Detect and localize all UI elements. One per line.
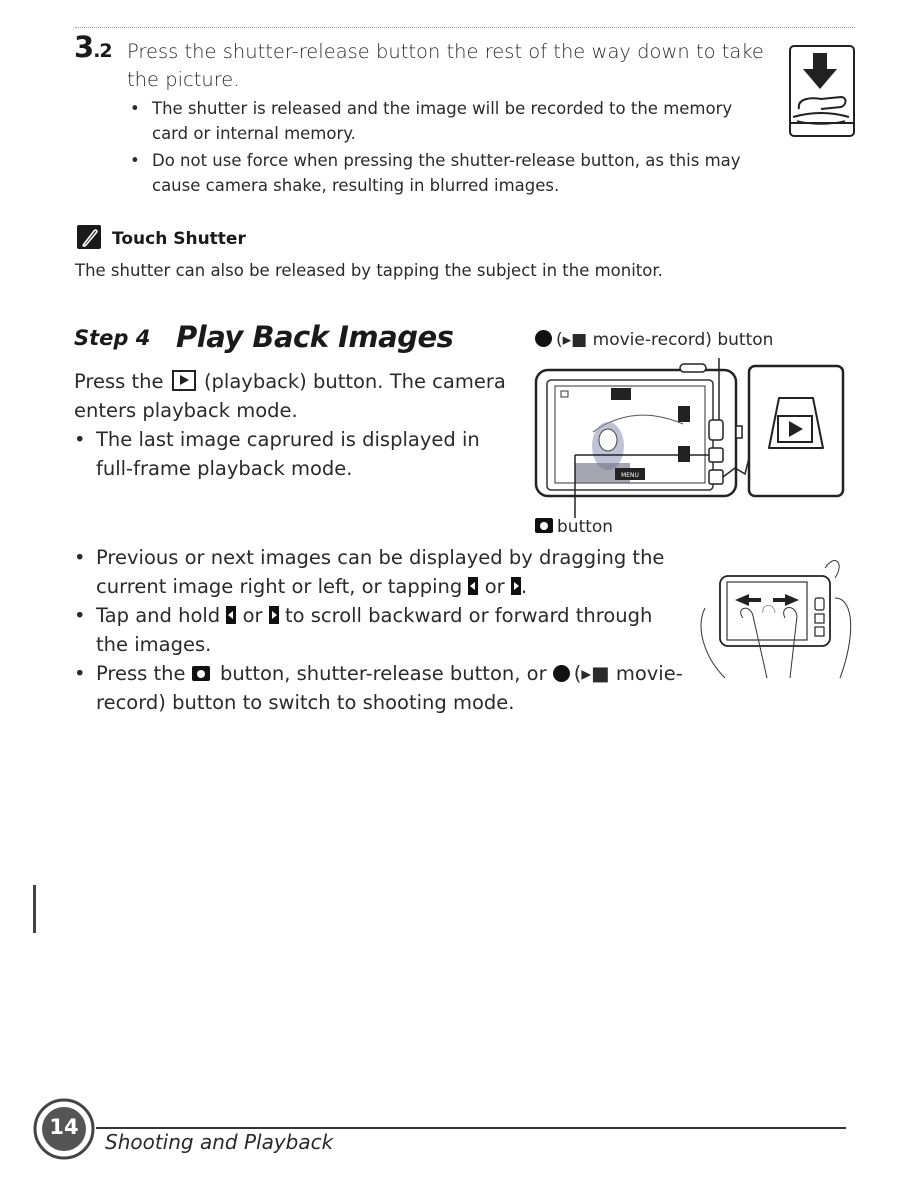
movie-record-button (708, 419, 724, 441)
camera-icon (191, 666, 210, 681)
header-rule (75, 27, 855, 28)
next-arrow-icon (678, 446, 690, 462)
callout-label: movie-record) button (592, 330, 774, 350)
bullet-text: Press the (96, 662, 186, 685)
camera-back-illustration: MENU (534, 358, 845, 518)
footer-rule (96, 1127, 846, 1129)
menu-label: MENU (621, 472, 639, 479)
pencil-note-icon (77, 225, 101, 249)
list-item: The shutter is released and the image wi… (130, 96, 750, 146)
list-item: Press the button, shutter-release button… (74, 659, 684, 717)
callout-paren: ( (556, 330, 563, 350)
bullet-text: or (242, 604, 263, 627)
movie-camera-icon: ▸■ (581, 662, 610, 685)
camera-button-callout: button (535, 517, 613, 537)
page-number: 14 (49, 1115, 79, 1139)
movie-record-callout: (▸■ movie-record) button (535, 330, 773, 350)
playback-icon (171, 370, 196, 391)
step-number-sub: .2 (93, 40, 112, 62)
bullet-text: button, shutter-release button, or (219, 662, 547, 685)
step-bullets: The shutter is released and the image wi… (130, 96, 750, 200)
note-body: The shutter can also be released by tapp… (75, 261, 663, 280)
playback-button (708, 469, 724, 485)
side-button (814, 613, 825, 624)
portrait-face (598, 428, 618, 452)
step4-instruction: Press the (playback) button. The camera … (74, 367, 514, 425)
step4-bullets: The last image caprured is displayed in … (74, 425, 514, 483)
prev-arrow-icon (678, 406, 690, 422)
list-item: The last image caprured is displayed in … (74, 425, 514, 483)
record-dot-icon (552, 665, 570, 682)
page-number-badge: 14 (33, 1098, 95, 1160)
step-number-main: 3 (74, 30, 94, 64)
list-item: Tap and hold or to scroll backward or fo… (74, 601, 684, 659)
bullet-text: . (520, 575, 528, 598)
prev-arrow-icon (226, 606, 237, 624)
prev-arrow-icon (468, 577, 479, 595)
movie-camera-icon: ▸■ (562, 330, 588, 350)
step-instruction: Press the shutter-release button the res… (127, 40, 764, 91)
favorite-icon (611, 388, 631, 400)
shutter-button (679, 363, 707, 373)
callout-label: button (557, 517, 614, 537)
bullet-text: Previous or next images can be displayed… (96, 546, 665, 598)
next-arrow-icon (510, 577, 521, 595)
record-dot-icon (535, 330, 552, 347)
playback-bullets: Previous or next images can be displayed… (74, 543, 684, 717)
list-item: Do not use force when pressing the shutt… (130, 148, 750, 198)
next-arrow-icon (268, 606, 279, 624)
side-button (814, 597, 825, 611)
shutter-press-icon (789, 45, 855, 137)
instruction-text: Press the (74, 370, 164, 393)
bullet-text: Tap and hold (96, 604, 221, 627)
step-label: Step 4 (74, 326, 151, 350)
step-number: 3.2 (74, 30, 113, 64)
swipe-gesture-illustration (700, 560, 852, 679)
step-title: Play Back Images (176, 320, 454, 354)
shooting-mode-button (708, 447, 724, 463)
margin-mark (33, 885, 36, 933)
side-button (814, 626, 825, 637)
bullet-text: or (484, 575, 505, 598)
note-title: Touch Shutter (112, 229, 246, 249)
camera-icon (535, 518, 553, 533)
footer-section-title: Shooting and Playback (105, 1130, 334, 1154)
strap-eyelet (735, 425, 743, 439)
list-item: Previous or next images can be displayed… (74, 543, 684, 601)
